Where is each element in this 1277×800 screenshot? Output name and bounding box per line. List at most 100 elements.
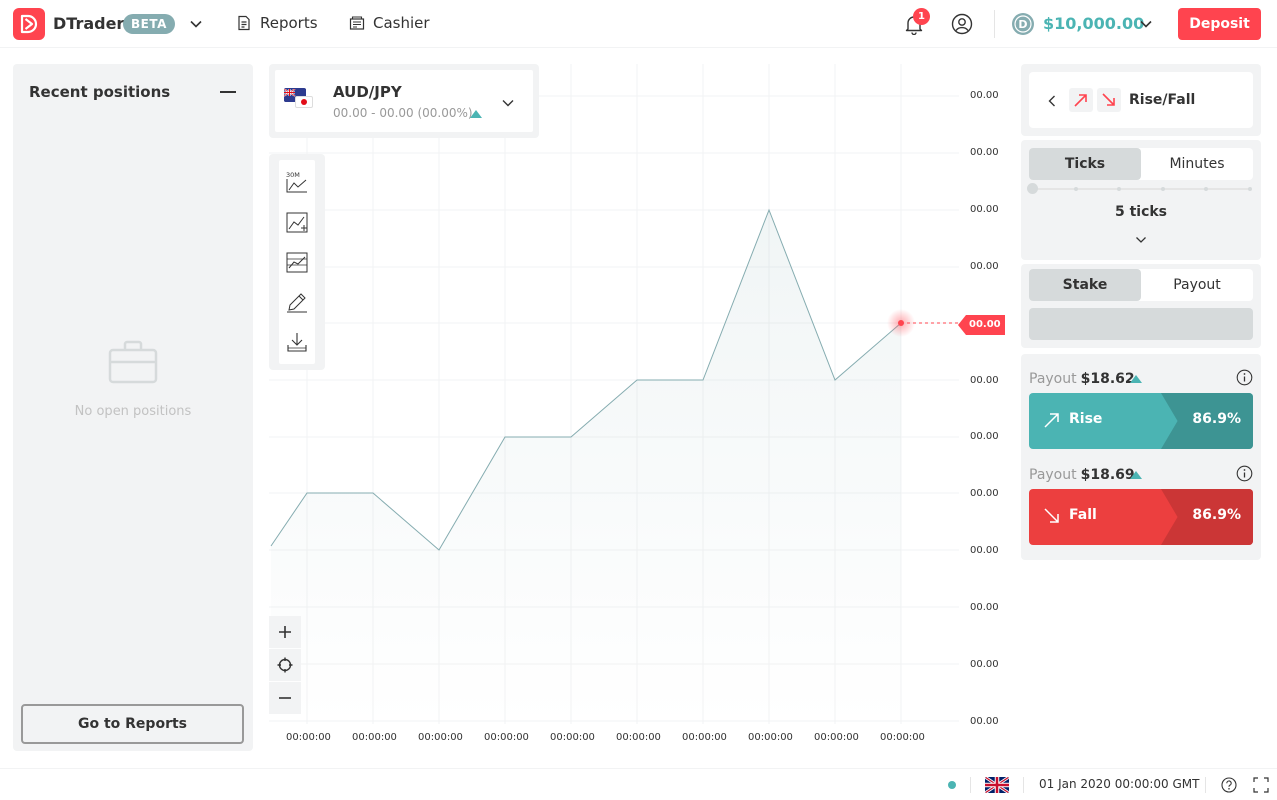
duration-tab-minutes[interactable]: Minutes [1141, 148, 1253, 180]
price-axis-label: 00.00 [970, 488, 999, 499]
account-user-icon[interactable] [951, 13, 973, 39]
fall-payout-up-arrow-icon [1130, 471, 1142, 479]
time-axis-label: 00:00:00 [352, 732, 397, 743]
deriv-logo-icon[interactable] [13, 8, 45, 40]
time-axis-label: 00:00:00 [748, 732, 793, 743]
slider-step[interactable] [1204, 187, 1208, 191]
account-balance[interactable]: $10,000.00 [1043, 14, 1144, 33]
rise-button-label: Rise [1069, 411, 1103, 427]
price-axis-label: 00.00 [970, 716, 999, 727]
price-chart[interactable] [269, 64, 1009, 754]
time-axis-label: 00:00:00 [814, 732, 859, 743]
price-axis-label: 00.00 [970, 659, 999, 670]
japan-flag-icon [295, 96, 313, 108]
nav-cashier[interactable]: Cashier [349, 14, 430, 32]
go-to-reports-button[interactable]: Go to Reports [21, 704, 244, 744]
time-axis-label: 00:00:00 [616, 732, 661, 743]
duration-tab-ticks[interactable]: Ticks [1029, 148, 1141, 180]
crosshair-icon [277, 657, 293, 673]
download-icon[interactable] [285, 330, 309, 354]
price-axis-label: 00.00 [970, 147, 999, 158]
back-chevron-icon[interactable] [1045, 93, 1059, 112]
rise-payout-label: Payout [1029, 371, 1077, 387]
amount-tab-stake[interactable]: Stake [1029, 269, 1141, 301]
briefcase-icon [108, 340, 158, 388]
rise-payout-info: Payout $18.62 [1029, 371, 1135, 387]
reset-view-button[interactable] [269, 649, 301, 681]
deposit-button[interactable]: Deposit [1178, 8, 1261, 40]
ticks-slider-handle[interactable] [1027, 183, 1038, 194]
amount-panel: Stake Payout [1021, 264, 1261, 348]
recent-positions-title: Recent positions [29, 83, 171, 101]
indicators-icon[interactable] [285, 250, 309, 274]
time-axis-label: 00:00:00 [418, 732, 463, 743]
recent-positions-panel: Recent positions No open positions Go to… [13, 64, 253, 751]
fall-payout-label: Payout [1029, 467, 1077, 483]
price-chart-canvas [269, 64, 961, 724]
report-icon [238, 15, 250, 31]
price-axis-label: 00.00 [970, 431, 999, 442]
fall-info-icon[interactable] [1236, 465, 1253, 486]
chart-type-icon[interactable] [285, 210, 309, 234]
symbol-name: AUD/JPY [333, 83, 402, 101]
symbol-quote: 00.00 - 00.00 (00.00%) [333, 106, 473, 120]
price-axis-label: 00.00 [970, 375, 999, 386]
chart-toolbar-inner: 30M [279, 160, 315, 364]
notifications-count-badge: 1 [913, 8, 930, 25]
current-price-value: 00.00 [969, 319, 1001, 330]
fall-payout-info: Payout $18.69 [1029, 467, 1135, 483]
zoom-in-button[interactable] [269, 616, 301, 648]
fullscreen-icon[interactable] [1253, 777, 1269, 797]
slider-step[interactable] [1161, 187, 1165, 191]
chart-interval-30m-icon[interactable]: 30M [285, 170, 309, 194]
header-divider [994, 10, 995, 38]
nav-reports[interactable]: Reports [236, 14, 318, 32]
svg-text:D: D [1018, 18, 1027, 31]
server-time: 01 Jan 2020 00:00:00 GMT [1039, 777, 1200, 791]
slider-step[interactable] [1074, 187, 1078, 191]
purchase-fall-button[interactable]: Fall 86.9% [1029, 489, 1253, 545]
ticks-slider-track[interactable] [1033, 188, 1251, 190]
amount-tab-payout[interactable]: Payout [1141, 269, 1253, 301]
language-uk-flag-icon[interactable] [985, 777, 1009, 793]
rise-info-icon[interactable] [1236, 369, 1253, 390]
cashier-icon [349, 16, 365, 30]
time-axis-label: 00:00:00 [484, 732, 529, 743]
slider-step[interactable] [1117, 187, 1121, 191]
fall-button-label: Fall [1069, 507, 1097, 523]
duration-unit-toggle: Ticks Minutes [1029, 148, 1253, 180]
contract-type-selector[interactable]: Rise/Fall [1029, 72, 1253, 128]
footer-divider [970, 777, 971, 793]
account-switcher-chevron-icon[interactable] [1138, 16, 1154, 36]
zoom-out-button[interactable] [269, 682, 301, 714]
rise-payout-up-arrow-icon [1130, 375, 1142, 383]
price-axis-label: 00.00 [970, 261, 999, 272]
contract-type-panel: Rise/Fall [1021, 64, 1261, 136]
help-icon[interactable] [1221, 777, 1237, 797]
minimize-positions-icon[interactable] [220, 91, 236, 93]
price-axis-label: 00.00 [970, 545, 999, 556]
brand-name[interactable]: DTrader [53, 14, 124, 33]
symbol-selector-inner[interactable]: AUD/JPY 00.00 - 00.00 (00.00%) [275, 70, 533, 132]
chart-toolbar: 30M [269, 154, 325, 370]
symbol-selector[interactable]: AUD/JPY 00.00 - 00.00 (00.00%) [269, 64, 539, 138]
rise-payout-value: $18.62 [1080, 371, 1135, 387]
stake-amount-input[interactable] [1029, 308, 1253, 340]
slider-step[interactable] [1248, 187, 1252, 191]
network-status-indicator[interactable] [948, 781, 956, 789]
purchase-panel: Payout $18.62 Rise 86.9% Payout $18.69 Fal… [1021, 354, 1261, 560]
current-price-marker [898, 320, 904, 326]
drawing-tools-pencil-icon[interactable] [285, 290, 309, 314]
fall-arrow-icon [1043, 507, 1061, 529]
time-axis-label: 00:00:00 [286, 732, 331, 743]
no-positions-text: No open positions [74, 404, 192, 419]
fall-payout-value: $18.69 [1080, 467, 1135, 483]
duration-expand-chevron-icon[interactable] [1134, 232, 1148, 251]
app-footer: 01 Jan 2020 00:00:00 GMT [0, 768, 1277, 800]
demo-currency-icon[interactable]: D [1011, 12, 1035, 40]
symbol-chevron-down-icon[interactable] [500, 95, 516, 115]
time-axis-label: 00:00:00 [682, 732, 727, 743]
platform-switcher-chevron-icon[interactable] [188, 16, 204, 36]
purchase-rise-button[interactable]: Rise 86.9% [1029, 393, 1253, 449]
footer-divider [1205, 777, 1206, 793]
